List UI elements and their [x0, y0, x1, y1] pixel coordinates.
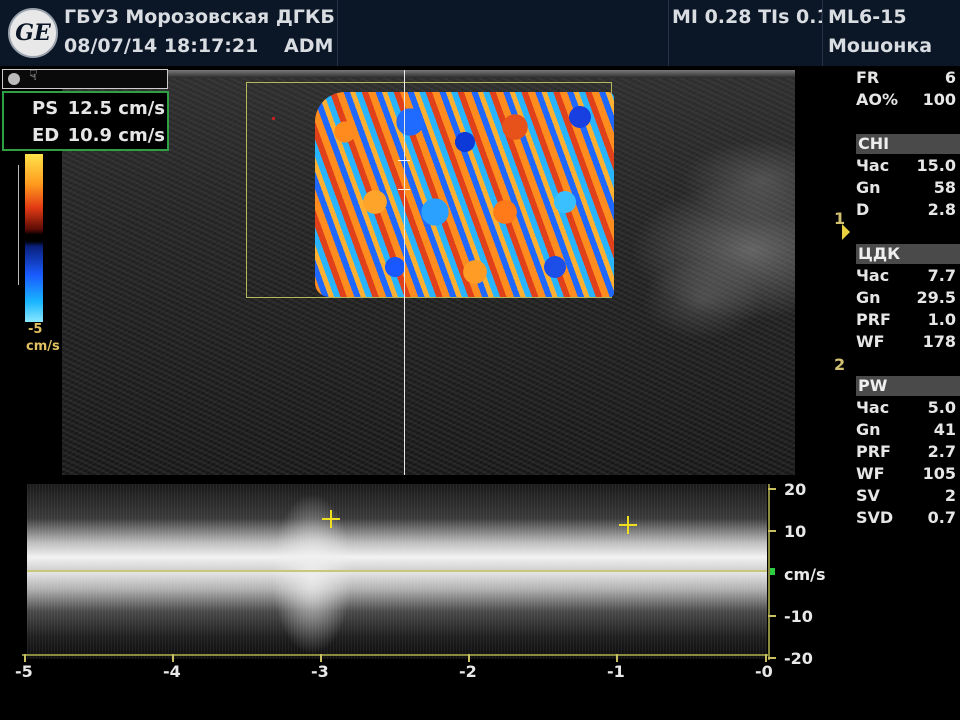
time-tick	[765, 654, 767, 662]
time-label-1: -1	[607, 662, 625, 681]
time-axis	[22, 654, 770, 656]
param-pw-wf: WF 105	[856, 464, 956, 483]
color-doppler-flow	[315, 92, 614, 297]
record-icon[interactable]	[8, 73, 20, 85]
ed-value: 10.9 cm/s	[67, 125, 165, 146]
param-pw-svd: SVD 0.7	[856, 508, 956, 527]
time-label-0: -0	[755, 662, 773, 681]
exam-datetime: 08/07/14 18:17:21	[64, 35, 259, 57]
param-chi-depth: D 2.8	[856, 200, 956, 219]
time-tick	[172, 654, 174, 662]
velocity-axis	[768, 484, 770, 660]
time-tick	[320, 654, 322, 662]
spectrum-reverse-flow	[27, 572, 767, 659]
measurement-toolbar[interactable]: ☟	[2, 68, 168, 89]
param-cdk-prf: PRF 1.0	[856, 310, 956, 329]
ge-logo: GE	[8, 8, 58, 58]
preset-name: Мошонка	[828, 35, 933, 57]
measurement-results: PS 12.5 cm/s ED 10.9 cm/s	[2, 91, 169, 151]
param-chi-gain: Gn 58	[856, 178, 956, 197]
ps-value: 12.5 cm/s	[67, 98, 165, 119]
skin-line	[62, 70, 795, 78]
institution-name: ГБУЗ Морозовская ДГКБ	[64, 6, 335, 28]
color-velocity-scale	[25, 154, 43, 322]
spectrum-baseline[interactable]	[27, 570, 767, 572]
ed-caliper[interactable]	[619, 516, 637, 534]
color-scale-axis	[18, 165, 23, 285]
spectrum-forward-flow	[27, 484, 767, 570]
ed-label: ED	[32, 125, 60, 146]
param-chi-freq: Час 15.0	[856, 156, 956, 175]
hand-cursor-icon[interactable]: ☟	[29, 68, 38, 84]
param-cdk-freq: Час 7.7	[856, 266, 956, 285]
vel-tick	[768, 488, 776, 490]
parameter-panel: FR 6 AO% 100 CHI Час 15.0 Gn 58 D 2.8 ЦДК Час…	[852, 66, 960, 546]
color-speck	[272, 117, 275, 120]
focus-zone-marker[interactable]	[842, 224, 850, 240]
section-chi: CHI	[856, 134, 960, 154]
mi-tis-readout: MI 0.28 TIs 0.1	[672, 6, 822, 28]
ps-caliper[interactable]	[322, 510, 340, 528]
time-label-4: -4	[163, 662, 181, 681]
param-pw-freq: Час 5.0	[856, 398, 956, 417]
param-pw-gain: Gn 41	[856, 420, 956, 439]
operator-id: ADM	[284, 35, 334, 57]
velocity-label-neg20: -20	[784, 649, 813, 668]
vel-tick	[768, 530, 776, 532]
ps-label: PS	[32, 98, 59, 119]
velocity-unit: cm/s	[784, 565, 826, 584]
velocity-label-neg10: -10	[784, 607, 813, 626]
time-label-5: -5	[15, 662, 33, 681]
sample-gate-top[interactable]	[398, 160, 410, 161]
param-fr: FR 6	[856, 68, 956, 87]
time-tick	[616, 654, 618, 662]
sample-gate-bottom[interactable]	[398, 189, 410, 190]
vel-tick	[768, 657, 776, 659]
color-scale-low: -5	[28, 322, 43, 337]
time-label-3: -3	[311, 662, 329, 681]
vel-tick	[768, 615, 776, 617]
section-cdk: ЦДК	[856, 244, 960, 264]
depth-marker-2: 2	[834, 355, 846, 374]
doppler-cursor-line[interactable]	[404, 70, 405, 475]
section-pw: PW	[856, 376, 960, 396]
time-tick	[468, 654, 470, 662]
param-cdk-gain: Gn 29.5	[856, 288, 956, 307]
velocity-label-20: 20	[784, 480, 807, 499]
time-tick	[24, 654, 26, 662]
velocity-label-10: 10	[784, 522, 807, 541]
param-pw-prf: PRF 2.7	[856, 442, 956, 461]
probe-name: ML6-15	[828, 6, 907, 28]
color-scale-unit: cm/s	[26, 339, 60, 354]
param-ao: AO% 100	[856, 90, 956, 109]
time-label-2: -2	[459, 662, 477, 681]
param-pw-sv: SV 2	[856, 486, 956, 505]
param-cdk-wf: WF 178	[856, 332, 956, 351]
